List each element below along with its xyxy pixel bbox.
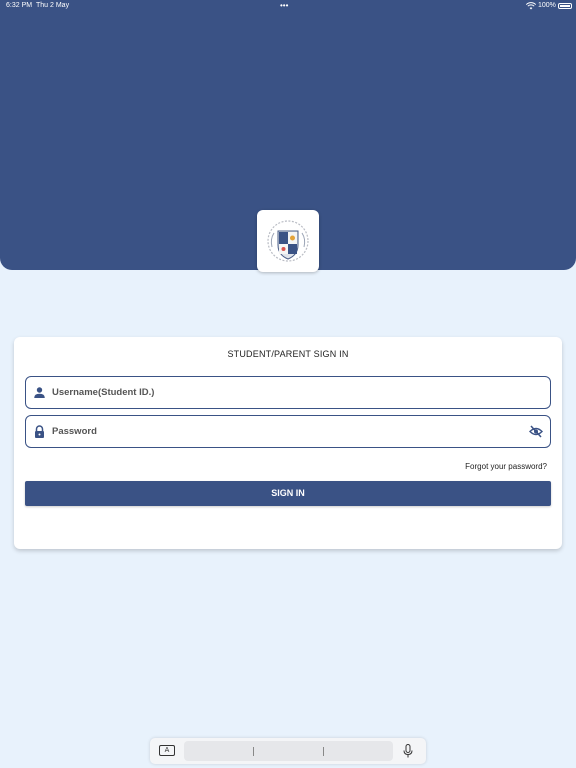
forgot-password-link[interactable]: Forgot your password? [465, 462, 547, 471]
username-placeholder: Username(Student ID.) [52, 387, 155, 398]
keyboard-shortcut-bar: A [150, 738, 426, 764]
login-title: STUDENT/PARENT SIGN IN [227, 349, 349, 359]
battery-percent: 100% [538, 2, 556, 9]
school-logo [257, 210, 319, 272]
microphone-icon[interactable] [403, 744, 413, 758]
username-field[interactable]: Username(Student ID.) [25, 376, 551, 409]
battery-icon [558, 3, 572, 9]
login-card: STUDENT/PARENT SIGN IN Username(Student … [14, 337, 562, 549]
status-date: Thu 2 May [36, 2, 70, 9]
person-icon [34, 387, 45, 398]
keyboard-toggle-icon[interactable]: A [159, 745, 175, 756]
status-time: 6:32 PM [6, 2, 33, 9]
wifi-icon [526, 2, 536, 10]
predictive-suggestions[interactable] [184, 741, 393, 761]
password-placeholder: Password [52, 426, 97, 437]
sign-in-button[interactable]: SIGN IN [25, 481, 551, 506]
suggestion-divider [323, 747, 324, 756]
status-bar: 6:32 PM Thu 2 May ••• 100% [0, 0, 576, 12]
password-field[interactable]: Password [25, 415, 551, 448]
suggestion-divider [253, 747, 254, 756]
lock-icon [35, 425, 44, 438]
eye-off-icon[interactable] [529, 425, 543, 438]
multitasking-dots-icon[interactable]: ••• [280, 1, 288, 10]
school-crest-logo [267, 220, 309, 262]
